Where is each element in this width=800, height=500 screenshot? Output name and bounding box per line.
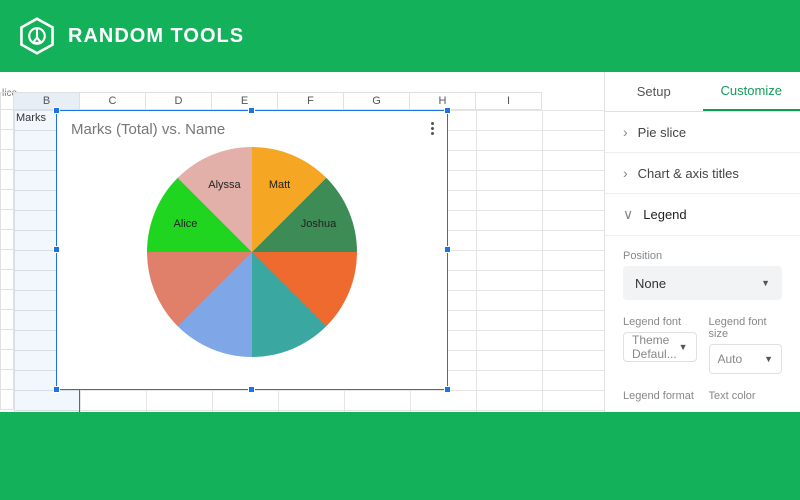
footer-band	[0, 412, 800, 500]
spreadsheet-area[interactable]: lice B C D E F G H I	[0, 72, 605, 412]
legend-font-select[interactable]: Theme Defaul... ▼	[623, 332, 697, 362]
section-label: Chart & axis titles	[638, 166, 739, 181]
col-header-H[interactable]: H	[410, 92, 476, 110]
row-header[interactable]	[0, 190, 14, 210]
dropdown-icon: ▼	[679, 342, 688, 352]
col-header-B[interactable]: B	[14, 92, 80, 110]
cell-marks[interactable]: Marks	[16, 112, 46, 124]
resize-handle[interactable]	[444, 246, 451, 253]
row-header[interactable]	[0, 330, 14, 350]
legend-size-label: Legend font size	[709, 316, 783, 340]
section-label: Legend	[643, 207, 686, 222]
row-header[interactable]	[0, 170, 14, 190]
resize-handle[interactable]	[248, 107, 255, 114]
resize-handle[interactable]	[53, 246, 60, 253]
row-header[interactable]	[0, 290, 14, 310]
legend-font-label: Legend font	[623, 316, 697, 328]
editor-tabs: Setup Customize	[605, 72, 800, 112]
col-header-G[interactable]: G	[344, 92, 410, 110]
pie-slice	[147, 147, 357, 357]
row-header[interactable]	[0, 310, 14, 330]
position-value: None	[635, 276, 666, 291]
legend-textcolor-label: Text color	[709, 390, 783, 402]
section-legend[interactable]: ∨ Legend	[605, 194, 800, 236]
chevron-down-icon: ∨	[623, 206, 633, 223]
row-header[interactable]	[0, 270, 14, 290]
brand-logo-icon	[18, 17, 56, 55]
corner-cell[interactable]	[0, 92, 14, 110]
brand-title: RANDOM TOOLS	[68, 25, 244, 48]
column-headers: B C D E F G H I	[0, 92, 604, 110]
row-header[interactable]	[0, 210, 14, 230]
col-header-I[interactable]: I	[476, 92, 542, 110]
section-label: Pie slice	[638, 125, 686, 140]
row-header[interactable]	[0, 110, 14, 130]
row-header[interactable]	[0, 350, 14, 370]
chart-overflow-menu-icon[interactable]	[425, 117, 439, 139]
legend-size-select[interactable]: Auto ▼	[709, 344, 783, 374]
row-header[interactable]	[0, 390, 14, 410]
resize-handle[interactable]	[444, 107, 451, 114]
section-chart-axis-titles[interactable]: › Chart & axis titles	[605, 153, 800, 194]
legend-font-value: Theme Defaul...	[632, 333, 679, 361]
row-headers	[0, 110, 14, 410]
dropdown-icon: ▼	[764, 354, 773, 364]
legend-body: Position None ▼ Legend font Theme Defaul…	[605, 236, 800, 412]
resize-handle[interactable]	[248, 386, 255, 393]
row-header[interactable]	[0, 370, 14, 390]
position-label: Position	[623, 250, 782, 262]
chart-title: Marks (Total) vs. Name	[57, 111, 447, 138]
tab-setup[interactable]: Setup	[605, 72, 703, 111]
col-header-D[interactable]: D	[146, 92, 212, 110]
legend-format-label: Legend format	[623, 390, 697, 402]
chevron-right-icon: ›	[623, 124, 628, 140]
resize-handle[interactable]	[53, 107, 60, 114]
embedded-chart[interactable]: Marks (Total) vs. Name AliceAmyMattCandi…	[56, 110, 448, 390]
tab-customize[interactable]: Customize	[703, 72, 800, 111]
brand-bar: RANDOM TOOLS	[0, 0, 800, 72]
chevron-right-icon: ›	[623, 165, 628, 181]
col-header-F[interactable]: F	[278, 92, 344, 110]
legend-size-value: Auto	[718, 352, 743, 366]
row-header[interactable]	[0, 230, 14, 250]
row-header[interactable]	[0, 150, 14, 170]
row-header[interactable]	[0, 130, 14, 150]
position-select[interactable]: None ▼	[623, 266, 782, 300]
row-header[interactable]	[0, 250, 14, 270]
workspace: lice B C D E F G H I	[0, 72, 800, 412]
chart-editor-panel: Setup Customize › Pie slice › Chart & ax…	[605, 72, 800, 412]
col-header-C[interactable]: C	[80, 92, 146, 110]
col-header-E[interactable]: E	[212, 92, 278, 110]
resize-handle[interactable]	[53, 386, 60, 393]
pie-chart: AliceAmyMattCandiceAliceAlyssaMattJoshua	[147, 147, 357, 357]
dropdown-icon: ▼	[761, 278, 770, 288]
resize-handle[interactable]	[444, 386, 451, 393]
section-pie-slice[interactable]: › Pie slice	[605, 112, 800, 153]
